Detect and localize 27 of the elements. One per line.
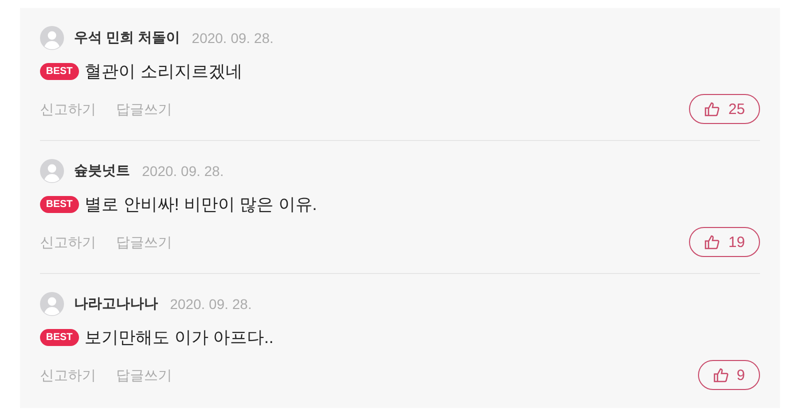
- like-button[interactable]: 25: [689, 94, 760, 124]
- best-badge: BEST: [40, 196, 79, 213]
- report-link[interactable]: 신고하기: [40, 234, 96, 252]
- report-link[interactable]: 신고하기: [40, 101, 96, 119]
- reply-link[interactable]: 답글쓰기: [116, 101, 172, 119]
- thumbs-up-icon: [704, 234, 720, 250]
- thumbs-up-icon: [712, 367, 729, 383]
- author-name: 우석 민희 처돌이: [74, 29, 180, 47]
- like-button[interactable]: 19: [689, 227, 760, 257]
- like-button[interactable]: 9: [698, 360, 760, 390]
- reply-link[interactable]: 답글쓰기: [116, 234, 172, 252]
- thumbs-up-icon: [704, 101, 720, 117]
- comment-date: 2020. 09. 28.: [142, 163, 224, 179]
- comment-text: 별로 안비싸! 비만이 많은 이유.: [84, 194, 318, 216]
- comment-text: 보기만해도 이가 아프다..: [84, 327, 274, 349]
- comment-text: 혈관이 소리지르겠네: [84, 61, 242, 83]
- comment-date: 2020. 09. 28.: [192, 30, 274, 46]
- comment-date: 2020. 09. 28.: [170, 296, 252, 312]
- avatar-icon: [40, 159, 64, 183]
- report-link[interactable]: 신고하기: [40, 367, 96, 385]
- author-name: 슢븟넛트: [74, 162, 130, 180]
- author-name: 나라고나나나: [74, 295, 158, 313]
- avatar-icon: [40, 292, 64, 316]
- avatar-icon: [40, 26, 64, 50]
- best-badge: BEST: [40, 63, 79, 80]
- reply-link[interactable]: 답글쓰기: [116, 367, 172, 385]
- best-badge: BEST: [40, 329, 79, 346]
